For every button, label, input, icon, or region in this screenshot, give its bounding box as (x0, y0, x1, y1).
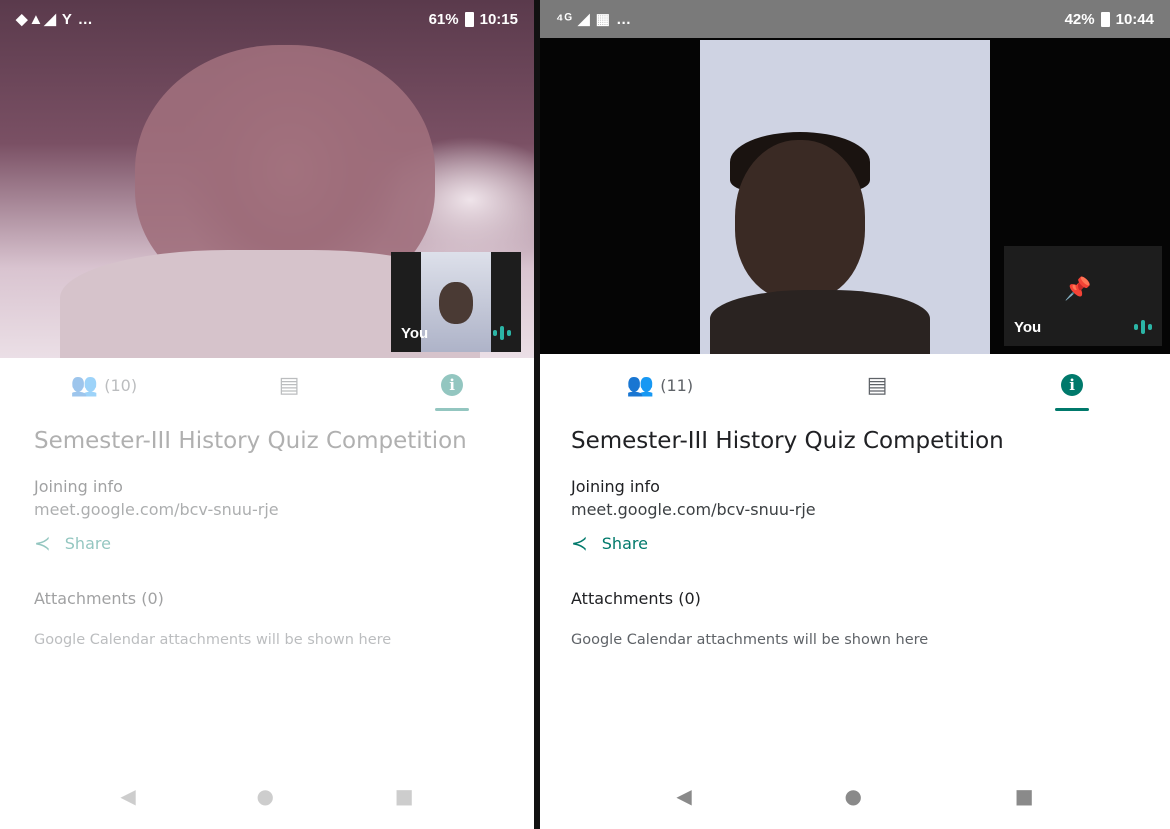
share-button[interactable]: ≺ Share (571, 531, 1150, 555)
chat-icon: ▤ (278, 372, 300, 398)
share-icon: ≺ (34, 531, 51, 555)
clock: 10:44 (1115, 10, 1154, 28)
self-video (421, 252, 491, 352)
meeting-tabs: 👥 (11) ▤ i (540, 358, 1170, 412)
tab-info[interactable]: i (435, 365, 470, 411)
attachments-label: Attachments (0) (34, 589, 164, 608)
participant-body (710, 290, 930, 354)
signal-icons: ⁴ᴳ ◢ ▦ … (556, 11, 633, 28)
self-view-tile[interactable]: You (391, 252, 521, 352)
meeting-info-panel: Semester-III History Quiz Competition Jo… (571, 425, 1150, 648)
attachments-label: Attachments (0) (571, 589, 701, 608)
info-icon: i (441, 374, 464, 396)
self-view-tile[interactable]: 📌 You (1004, 246, 1162, 346)
tab-chat[interactable]: ▤ (867, 365, 888, 405)
chat-icon: ▤ (866, 372, 888, 398)
people-icon: 👥 (626, 372, 655, 398)
audio-level-icon (1134, 320, 1152, 334)
pin-icon[interactable]: 📌 (1064, 276, 1091, 302)
meeting-link[interactable]: meet.google.com/bcv-snuu-rje (34, 500, 514, 519)
joining-info-label: Joining info (571, 477, 660, 496)
tab-info[interactable]: i (1055, 365, 1090, 411)
phone-screenshot-right: ⁴ᴳ ◢ ▦ … 42% 10:44 📌 You 👥 (11) ▤ i Seme… (540, 0, 1170, 829)
recents-icon[interactable]: ■ (1015, 784, 1034, 808)
participants-count: (11) (660, 375, 694, 395)
android-nav-bar: ◀ ● ■ (540, 763, 1170, 829)
audio-level-icon (493, 326, 511, 340)
share-label: Share (64, 533, 111, 553)
clock: 10:15 (479, 10, 518, 28)
participants-count: (10) (104, 375, 138, 395)
status-bar: ◆▲◢ Y … 61% 10:15 (0, 0, 534, 38)
recents-icon[interactable]: ■ (395, 784, 414, 808)
back-icon[interactable]: ◀ (676, 784, 691, 808)
signal-icons: ◆▲◢ Y … (16, 11, 94, 28)
self-view-label: You (401, 325, 429, 342)
battery-icon (464, 11, 474, 27)
home-icon[interactable]: ● (257, 784, 274, 808)
attachments-note: Google Calendar attachments will be show… (34, 632, 392, 648)
meeting-title: Semester-III History Quiz Competition (34, 428, 467, 454)
self-view-label: You (1014, 319, 1042, 336)
battery-percent: 42% (1064, 10, 1095, 28)
attachments-note: Google Calendar attachments will be show… (571, 632, 929, 648)
joining-info-label: Joining info (34, 477, 123, 496)
main-video: ◆▲◢ Y … 61% 10:15 You (0, 0, 534, 358)
tab-chat[interactable]: ▤ (279, 365, 300, 405)
tab-participants[interactable]: 👥 (11) (627, 365, 693, 405)
people-icon: 👥 (70, 372, 99, 398)
battery-icon (1100, 11, 1110, 27)
phone-screenshot-left: ◆▲◢ Y … 61% 10:15 You 👥 (10) ▤ i Semeste… (0, 0, 534, 829)
tab-participants[interactable]: 👥 (10) (71, 365, 137, 405)
meeting-info-panel: Semester-III History Quiz Competition Jo… (34, 425, 514, 648)
meeting-link[interactable]: meet.google.com/bcv-snuu-rje (571, 500, 1150, 519)
participant-face (735, 140, 865, 300)
main-video: ⁴ᴳ ◢ ▦ … 42% 10:44 📌 You (540, 0, 1170, 354)
meeting-title: Semester-III History Quiz Competition (571, 428, 1004, 454)
info-icon: i (1061, 374, 1084, 396)
share-icon: ≺ (571, 531, 588, 555)
status-bar: ⁴ᴳ ◢ ▦ … 42% 10:44 (540, 0, 1170, 38)
meeting-tabs: 👥 (10) ▤ i (0, 358, 534, 412)
share-label: Share (601, 533, 648, 553)
share-button[interactable]: ≺ Share (34, 531, 514, 555)
battery-percent: 61% (428, 10, 459, 28)
home-icon[interactable]: ● (845, 784, 862, 808)
android-nav-bar: ◀ ● ■ (0, 763, 534, 829)
back-icon[interactable]: ◀ (120, 784, 135, 808)
